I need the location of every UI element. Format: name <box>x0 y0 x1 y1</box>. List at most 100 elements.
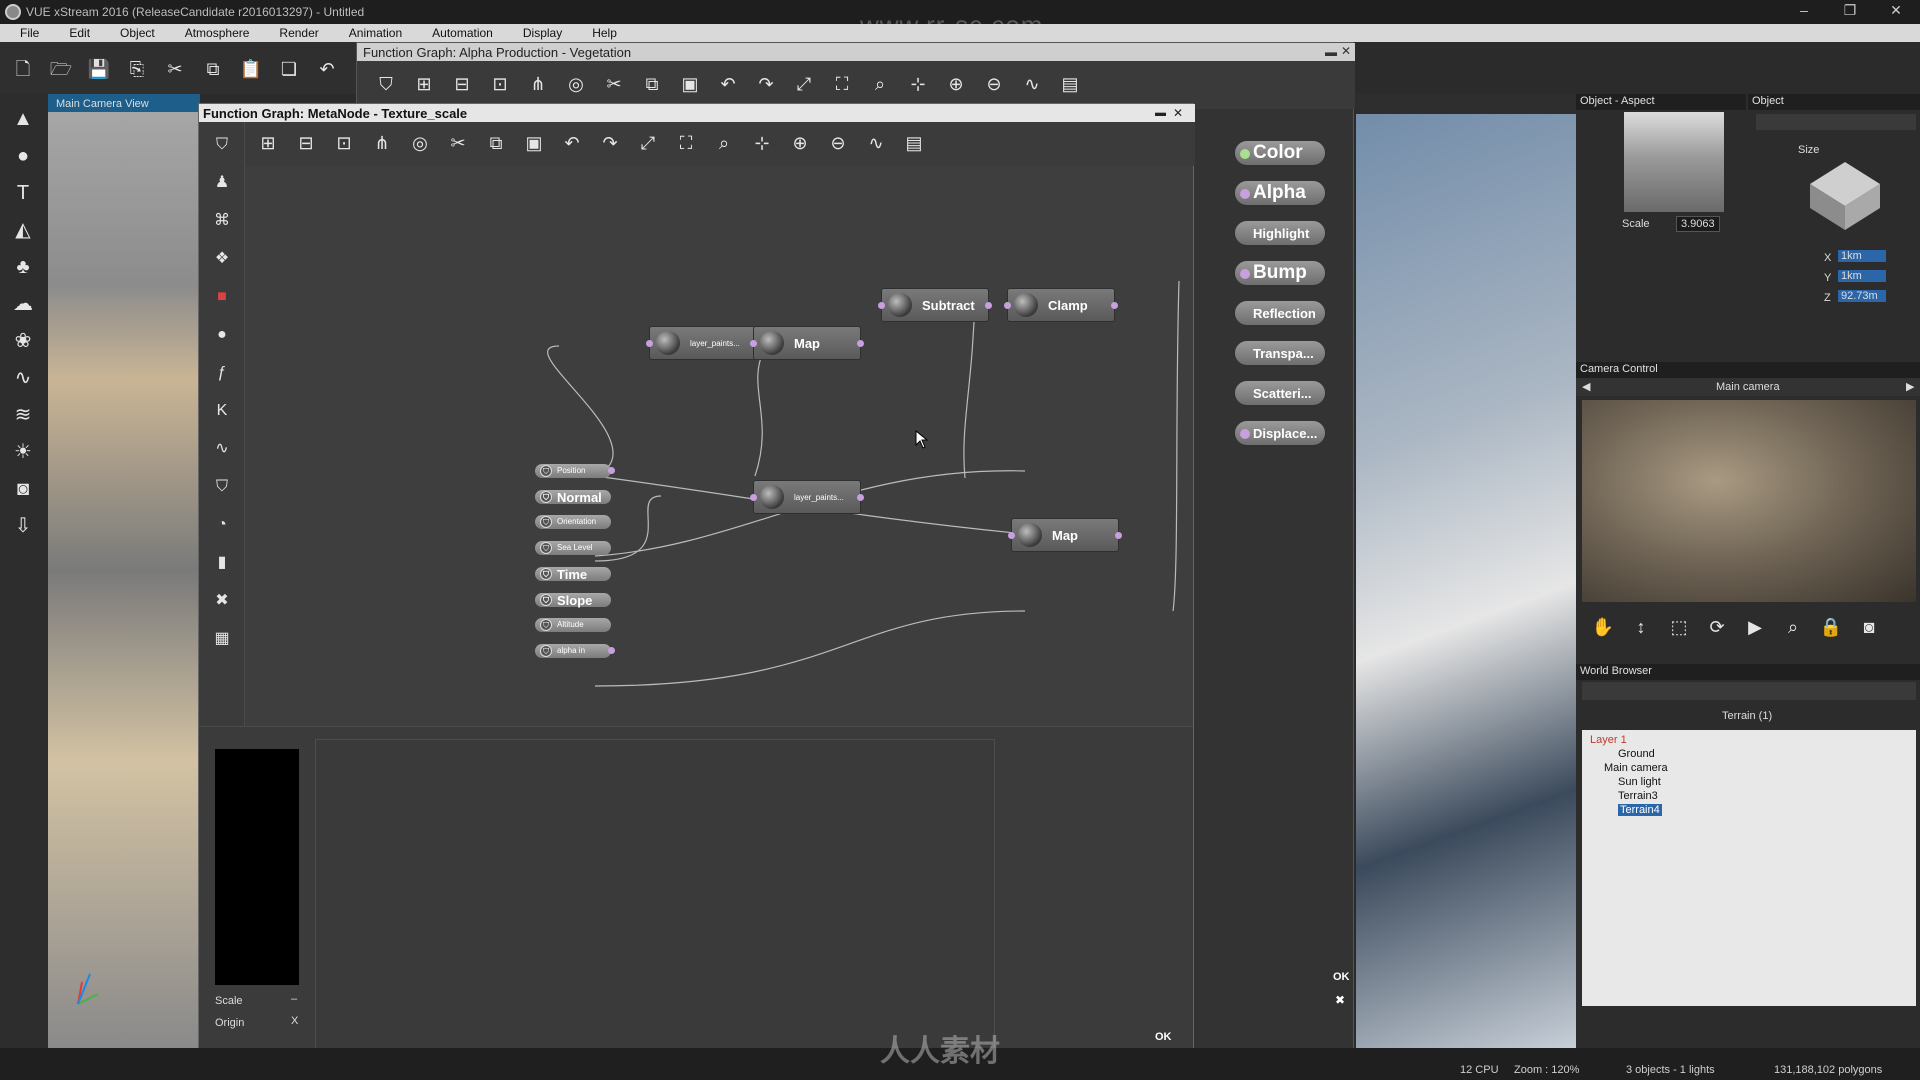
size-z-input[interactable]: 92.73m <box>1838 290 1886 302</box>
world-tree-item[interactable]: Sun light <box>1618 776 1661 790</box>
tree-icon[interactable]: ♣ <box>10 254 36 280</box>
world-browser-tabs[interactable] <box>1582 682 1916 700</box>
world-tree-item[interactable]: Terrain4 <box>1618 804 1662 818</box>
outer-tool-icon[interactable]: ⛉ <box>373 71 399 97</box>
outer-tool-icon[interactable]: ⊟ <box>449 71 475 97</box>
inner-ok-button[interactable]: OK <box>1155 1031 1172 1043</box>
copy-icon[interactable]: ⧉ <box>200 56 226 82</box>
output-node-4[interactable]: Reflection <box>1234 300 1326 326</box>
palette-node-icon[interactable]: ⌘ <box>209 208 235 234</box>
palette-node-icon[interactable]: ⛉ <box>209 132 235 158</box>
palette-node-icon[interactable]: ✖ <box>209 588 235 614</box>
save-as-icon[interactable]: ⎘ <box>124 56 150 82</box>
graph-node-layer2[interactable]: layer_paints... <box>750 480 864 514</box>
menu-automation[interactable]: Automation <box>412 24 503 42</box>
size-gizmo-icon[interactable] <box>1800 154 1890 234</box>
palette-node-icon[interactable]: ƒ <box>209 360 235 386</box>
menu-file[interactable]: File <box>0 24 49 42</box>
menu-display[interactable]: Display <box>503 24 572 42</box>
terrain-icon[interactable]: ▲ <box>10 106 36 132</box>
palette-node-icon[interactable]: ▮ <box>209 550 235 576</box>
outer-tool-icon[interactable]: ◎ <box>563 71 589 97</box>
camera-tool-icon[interactable]: ✋ <box>1590 614 1616 640</box>
palette-node-icon[interactable]: ▦ <box>209 626 235 652</box>
outer-tool-icon[interactable]: ∿ <box>1019 71 1045 97</box>
inner-graph-minimize-icon[interactable]: ▬ <box>1155 107 1166 119</box>
graph-node-map1[interactable]: Map <box>750 326 864 360</box>
inner-tool-icon[interactable]: ⊹ <box>749 130 775 156</box>
camera-tool-icon[interactable]: ↕ <box>1628 614 1654 640</box>
paste-icon[interactable]: 📋 <box>238 56 264 82</box>
restore-button[interactable]: ❐ <box>1830 2 1870 19</box>
outer-tool-icon[interactable]: ⊹ <box>905 71 931 97</box>
camera-tool-icon[interactable]: ⟳ <box>1704 614 1730 640</box>
node-input-pin[interactable] <box>750 340 757 347</box>
rock-icon[interactable]: ◭ <box>10 217 36 243</box>
outer-tool-icon[interactable]: ⊡ <box>487 71 513 97</box>
menu-atmosphere[interactable]: Atmosphere <box>165 24 260 42</box>
close-button[interactable]: ✕ <box>1876 2 1916 19</box>
inner-tool-icon[interactable]: ⊡ <box>331 130 357 156</box>
output-node-2[interactable]: Highlight <box>1234 220 1326 246</box>
output-node-5[interactable]: Transpa... <box>1234 340 1326 366</box>
output-node-7[interactable]: Displace... <box>1234 420 1326 446</box>
camera-next-icon[interactable]: ▶ <box>1906 380 1914 393</box>
menu-animation[interactable]: Animation <box>329 24 412 42</box>
menu-help[interactable]: Help <box>572 24 627 42</box>
node-output-pin[interactable] <box>1111 302 1118 309</box>
menu-object[interactable]: Object <box>100 24 165 42</box>
inner-tool-icon[interactable]: ▣ <box>521 130 547 156</box>
text-icon[interactable]: T <box>10 180 36 206</box>
world-tree-item[interactable]: Terrain3 <box>1618 790 1658 804</box>
camera-tool-icon[interactable]: ⬚ <box>1666 614 1692 640</box>
inner-tool-icon[interactable]: ✂ <box>445 130 471 156</box>
water-icon[interactable]: ≋ <box>10 402 36 428</box>
outer-tool-icon[interactable]: ▤ <box>1057 71 1083 97</box>
outer-ok-button[interactable]: OK <box>1333 971 1350 983</box>
undo-icon[interactable]: ↶ <box>314 56 340 82</box>
node-input-pin[interactable] <box>1008 532 1015 539</box>
node-output-pin[interactable] <box>1115 532 1122 539</box>
inner-tool-icon[interactable]: ⊕ <box>787 130 813 156</box>
new-icon[interactable]: 🗋 <box>10 56 36 82</box>
inner-tool-icon[interactable]: ∿ <box>863 130 889 156</box>
outer-tool-icon[interactable]: ⋔ <box>525 71 551 97</box>
palette-node-icon[interactable]: ◔ <box>209 512 235 538</box>
output-port-icon[interactable] <box>1240 429 1250 439</box>
palette-node-icon[interactable]: ∿ <box>209 436 235 462</box>
output-node-1[interactable]: Alpha <box>1234 180 1326 206</box>
outer-graph-minimize-icon[interactable]: ▬ <box>1325 45 1337 59</box>
graph-node-map2[interactable]: Map <box>1008 518 1122 552</box>
node-input-pin[interactable] <box>878 302 885 309</box>
inner-tool-icon[interactable]: ↶ <box>559 130 585 156</box>
palette-node-icon[interactable]: K <box>209 398 235 424</box>
outer-graph-close-icon[interactable]: ✕ <box>1341 44 1351 58</box>
inner-tool-icon[interactable]: ⊞ <box>255 130 281 156</box>
camera-preview[interactable] <box>1582 400 1916 602</box>
output-node-0[interactable]: Color <box>1234 140 1326 166</box>
output-port-icon[interactable] <box>1240 269 1250 279</box>
world-tree-item[interactable]: Layer 1 <box>1590 734 1627 748</box>
camera-tool-icon[interactable]: ◙ <box>1856 614 1882 640</box>
graph-node-layer1[interactable]: layer_paints... <box>646 326 760 360</box>
inner-graph-close-icon[interactable]: ✕ <box>1173 106 1183 120</box>
outer-tool-icon[interactable]: ✂ <box>601 71 627 97</box>
save-icon[interactable]: 💾 <box>86 56 112 82</box>
camera-tool-icon[interactable]: ▶ <box>1742 614 1768 640</box>
spline-icon[interactable]: ∿ <box>10 365 36 391</box>
minimize-button[interactable]: – <box>1784 2 1824 18</box>
object-tabs[interactable] <box>1756 114 1916 130</box>
inner-tool-icon[interactable]: ⌕ <box>711 130 737 156</box>
camera-tool-icon[interactable]: 🔒 <box>1818 614 1844 640</box>
main-camera-viewport[interactable]: Main Camera View <box>48 94 200 1048</box>
palette-node-icon[interactable]: ● <box>209 322 235 348</box>
outer-tool-icon[interactable]: ⛶ <box>829 71 855 97</box>
inner-tool-icon[interactable]: ⧉ <box>483 130 509 156</box>
outer-tool-icon[interactable]: ▣ <box>677 71 703 97</box>
node-input-pin[interactable] <box>646 340 653 347</box>
node-output-pin[interactable] <box>857 340 864 347</box>
inner-tool-icon[interactable]: ◎ <box>407 130 433 156</box>
size-x-input[interactable]: 1km <box>1838 250 1886 262</box>
open-icon[interactable]: 🗁 <box>48 56 74 82</box>
world-tree-item[interactable]: Ground <box>1618 748 1655 762</box>
